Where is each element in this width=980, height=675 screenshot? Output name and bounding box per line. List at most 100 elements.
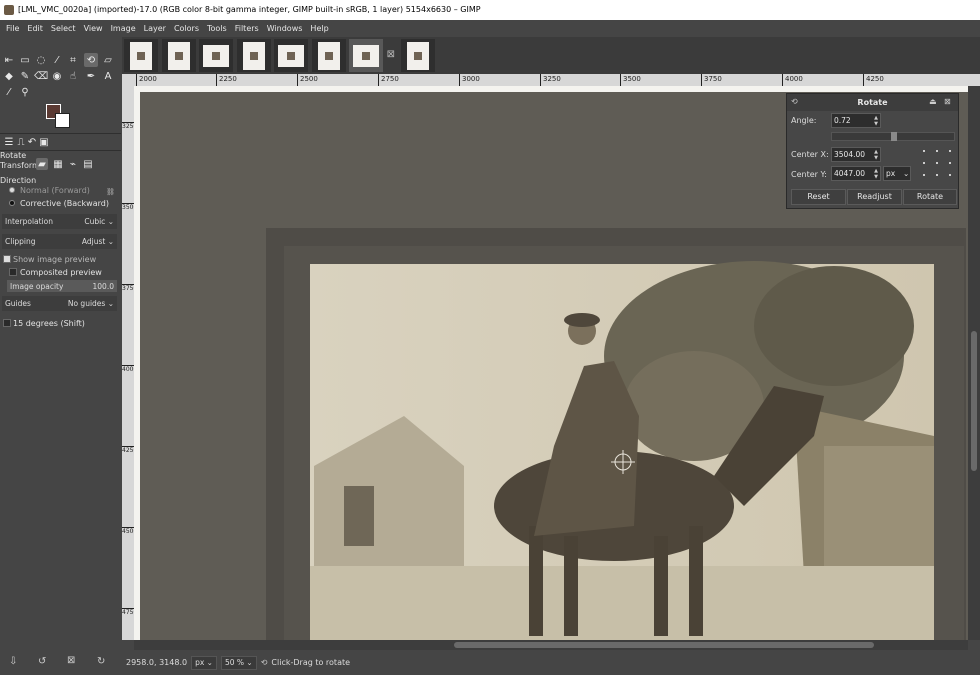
direction-normal-label: Normal (Forward) — [20, 186, 90, 195]
background-color-swatch[interactable] — [55, 113, 70, 128]
menu-help[interactable]: Help — [306, 24, 332, 33]
clipping-row[interactable]: Clipping Adjust ⌄ — [2, 234, 117, 249]
zoom-tool-icon[interactable]: ⚲ — [18, 85, 32, 99]
shell-icon[interactable]: ⏏ — [929, 97, 937, 106]
angle-slider[interactable] — [831, 132, 955, 141]
unit-select[interactable]: px ⌄ — [191, 655, 217, 670]
angle-label: Angle: — [791, 116, 817, 125]
free-select-tool-icon[interactable]: ◌ — [34, 53, 48, 67]
direction-normal-radio[interactable] — [9, 187, 15, 193]
reset-button[interactable]: Reset — [791, 189, 846, 205]
guides-row[interactable]: Guides No guides ⌄ — [2, 296, 117, 311]
menu-windows[interactable]: Windows — [263, 24, 307, 33]
transform-layer-icon[interactable]: ▰ — [36, 158, 48, 170]
ruler-label: 3750 — [122, 284, 138, 292]
transform-selection-icon[interactable]: ▦ — [52, 158, 64, 170]
image-tab[interactable] — [401, 39, 435, 72]
interpolation-row[interactable]: Interpolation Cubic ⌄ — [2, 214, 117, 229]
composited-preview-checkbox[interactable] — [9, 268, 17, 276]
clipping-select[interactable]: Adjust ⌄ — [82, 237, 114, 246]
direction-corrective-radio[interactable] — [9, 200, 15, 206]
scrollbar-thumb[interactable] — [454, 642, 874, 648]
image-tab[interactable] — [199, 39, 233, 72]
interpolation-label: Interpolation — [5, 217, 53, 226]
restore-options-icon[interactable]: ↺ — [38, 656, 46, 667]
menu-view[interactable]: View — [80, 24, 107, 33]
menu-tools[interactable]: Tools — [203, 24, 231, 33]
crop-tool-icon[interactable]: ⌗ — [66, 53, 80, 67]
menu-image[interactable]: Image — [107, 24, 140, 33]
close-tab-icon[interactable]: ⊠ — [387, 49, 395, 60]
ruler-label: 3750 — [701, 74, 722, 86]
image-tab[interactable] — [312, 39, 346, 72]
transform-image-icon[interactable]: ▤ — [82, 158, 94, 170]
delete-options-icon[interactable]: ⊠ — [67, 655, 75, 666]
image-thumbnail — [353, 44, 379, 67]
reset-options-icon[interactable]: ↻ — [97, 656, 105, 667]
image-tab-active[interactable]: ⊠ — [349, 39, 395, 72]
composited-preview-label: Composited preview — [20, 268, 102, 277]
menu-layer[interactable]: Layer — [140, 24, 170, 33]
ruler-label: 4750 — [122, 608, 138, 616]
image-thumbnail — [278, 44, 304, 67]
text-tool-icon[interactable]: A — [101, 69, 115, 83]
show-preview-checkbox[interactable] — [3, 255, 11, 263]
bucket-fill-tool-icon[interactable]: ◆ — [2, 69, 16, 83]
interpolation-select[interactable]: Cubic ⌄ — [84, 217, 114, 226]
chevron-down-icon: ⌄ — [246, 657, 253, 667]
menu-bar: File Edit Select View Image Layer Colors… — [0, 20, 980, 37]
color-picker-tool-icon[interactable]: ⁄ — [2, 85, 16, 99]
close-icon[interactable]: ⊠ — [944, 97, 951, 106]
vertical-scrollbar[interactable] — [968, 86, 980, 640]
chevron-down-icon: ⌄ — [903, 169, 910, 178]
slider-handle[interactable] — [891, 132, 897, 141]
unit-select[interactable]: px ⌄ — [883, 166, 911, 181]
rotate-tool-icon[interactable]: ⟲ — [84, 53, 98, 67]
image-tab[interactable] — [124, 39, 158, 72]
paintbrush-tool-icon[interactable]: ✎ — [18, 69, 32, 83]
menu-filters[interactable]: Filters — [231, 24, 263, 33]
ruler-label: 3500 — [620, 74, 641, 86]
smudge-tool-icon[interactable]: ☝ — [66, 69, 80, 83]
zoom-select[interactable]: 50 % ⌄ — [220, 655, 257, 670]
image-tab[interactable] — [237, 39, 271, 72]
images-tab-icon[interactable]: ▣ — [37, 135, 51, 149]
ruler-label: 4250 — [122, 446, 138, 454]
angle-input[interactable]: 0.72 ▲ ▼ — [831, 113, 881, 128]
rect-select-tool-icon[interactable]: ▭ — [18, 53, 32, 67]
center-y-input[interactable]: 4047.00 ▲ ▼ — [831, 166, 881, 181]
rotate-button[interactable]: Rotate — [903, 189, 957, 205]
guides-select[interactable]: No guides ⌄ — [68, 299, 114, 308]
image-thumbnail — [203, 44, 229, 67]
15-degrees-checkbox[interactable] — [3, 319, 11, 327]
paths-tool-icon[interactable]: ✒ — [84, 69, 98, 83]
readjust-button[interactable]: Readjust — [847, 189, 902, 205]
image-tab[interactable] — [162, 39, 196, 72]
scrollbar-thumb[interactable] — [971, 331, 977, 471]
image-tab[interactable] — [274, 39, 308, 72]
menu-select[interactable]: Select — [47, 24, 80, 33]
transform-tool-icon[interactable]: ▱ — [101, 53, 115, 67]
image-opacity-slider[interactable]: Image opacity 100.0 — [7, 280, 117, 292]
menu-colors[interactable]: Colors — [170, 24, 203, 33]
spin-arrows-icon[interactable]: ▲ ▼ — [874, 168, 878, 180]
save-options-icon[interactable]: ⇩ — [9, 656, 17, 667]
center-x-input[interactable]: 3504.00 ▲ ▼ — [831, 147, 881, 162]
chain-icon[interactable]: ⛓ — [106, 188, 115, 196]
ruler-label: 4500 — [122, 527, 138, 535]
spin-arrows-icon[interactable]: ▲ ▼ — [874, 115, 878, 127]
menu-edit[interactable]: Edit — [23, 24, 47, 33]
ruler-label: 4000 — [782, 74, 803, 86]
eraser-tool-icon[interactable]: ⌫ — [34, 69, 48, 83]
clipping-label: Clipping — [5, 237, 36, 246]
spin-arrows-icon[interactable]: ▲ ▼ — [874, 149, 878, 161]
fuzzy-select-tool-icon[interactable]: ⁄ — [50, 53, 64, 67]
transform-path-icon[interactable]: ⌁ — [67, 158, 79, 170]
rotate-tool-icon: ⟲ — [260, 658, 268, 667]
menu-file[interactable]: File — [2, 24, 23, 33]
align-tool-icon[interactable]: ⇤ — [2, 53, 16, 67]
ruler-label: 3000 — [459, 74, 480, 86]
ruler-label: 3250 — [122, 122, 138, 130]
horizontal-scrollbar[interactable] — [134, 640, 968, 650]
clone-tool-icon[interactable]: ◉ — [50, 69, 64, 83]
